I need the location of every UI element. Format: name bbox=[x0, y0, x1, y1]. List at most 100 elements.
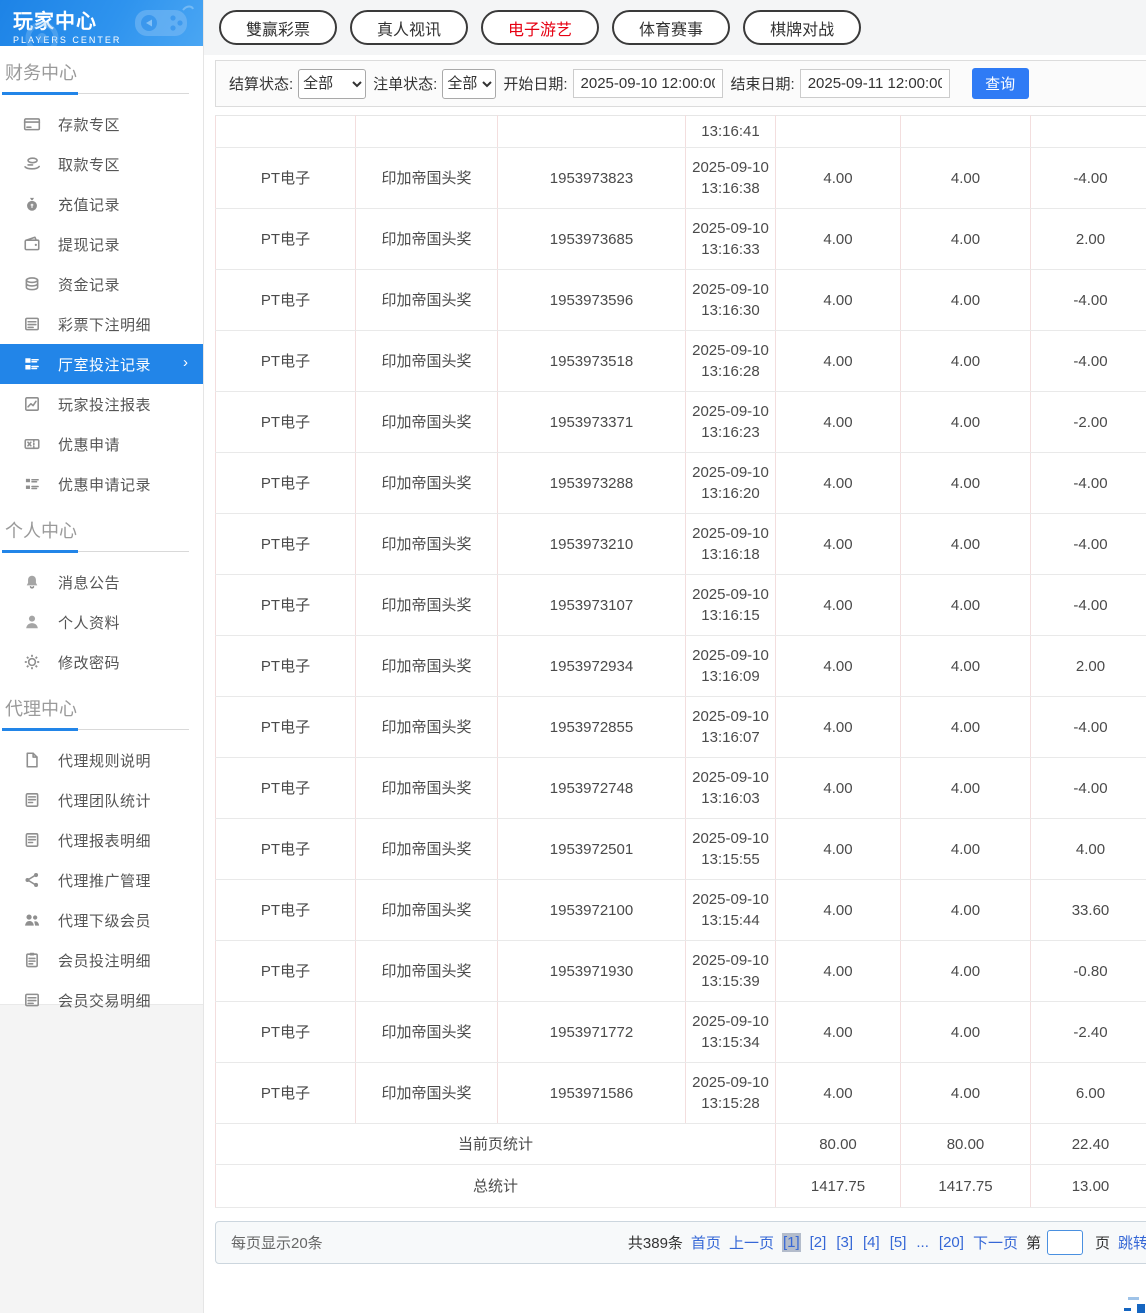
sidebar-inner: 玩家中心 PLAYERS CENTER 财务中心 存款专区 取款专区 充值记录 提现记录… bbox=[0, 0, 203, 1010]
tab-2[interactable]: 电子游艺 bbox=[481, 10, 600, 45]
valid-amount-cell: 4.00 bbox=[900, 513, 1031, 575]
order-no-cell: 1953973685 bbox=[497, 208, 686, 270]
page-link-5[interactable]: ... bbox=[915, 1233, 930, 1252]
bet-amount-cell: 4.00 bbox=[775, 452, 901, 514]
win-loss-cell: -2.00 bbox=[1030, 391, 1146, 453]
sidebar-item-0-9[interactable]: 优惠申请记录 bbox=[0, 464, 203, 504]
sidebar-item-0-8[interactable]: 优惠申请 bbox=[0, 424, 203, 464]
bet-amount-cell: 4.00 bbox=[775, 513, 901, 575]
platform-cell: PT电子 bbox=[215, 635, 356, 697]
next-page-link[interactable]: 下一页 bbox=[973, 1232, 1018, 1253]
game-cell: 印加帝国头奖 bbox=[355, 391, 498, 453]
total-summary-win: 13.00 bbox=[1030, 1164, 1146, 1208]
chevron-right-icon: › bbox=[183, 354, 188, 371]
page-link-2[interactable]: [3] bbox=[835, 1233, 854, 1252]
bet-amount-cell: 4.00 bbox=[775, 574, 901, 636]
sidebar-item-0-2[interactable]: 充值记录 bbox=[0, 184, 203, 224]
settle-status-select[interactable]: 全部 bbox=[298, 68, 367, 99]
win-loss-cell: -0.80 bbox=[1030, 940, 1146, 1002]
sidebar-item-0-7[interactable]: 玩家投注报表 bbox=[0, 384, 203, 424]
sidebar-item-label: 修改密码 bbox=[58, 654, 121, 672]
valid-amount-cell: 4.00 bbox=[900, 635, 1031, 697]
sidebar-item-0-1[interactable]: 取款专区 bbox=[0, 144, 203, 184]
win-loss-cell: -4.00 bbox=[1030, 452, 1146, 514]
total-count-label: 共389条 bbox=[627, 1235, 683, 1252]
platform-cell: PT电子 bbox=[215, 208, 356, 270]
bank-card-icon bbox=[23, 115, 41, 133]
order-status-select[interactable]: 全部 bbox=[442, 68, 497, 99]
game-cell: 印加帝国头奖 bbox=[355, 1001, 498, 1063]
prev-page-link[interactable]: 上一页 bbox=[729, 1232, 774, 1253]
sidebar-item-0-6[interactable]: 厅室投注记录 › bbox=[0, 344, 203, 384]
sidebar-item-1-1[interactable]: 个人资料 bbox=[0, 602, 203, 642]
valid-amount-cell: 4.00 bbox=[900, 818, 1031, 880]
page-link-4[interactable]: [5] bbox=[889, 1233, 908, 1252]
page-summary-row: 当前页统计 80.00 80.00 22.40 bbox=[215, 1123, 1146, 1165]
section-divider bbox=[2, 728, 189, 731]
sidebar-item-2-0[interactable]: 代理规则说明 bbox=[0, 740, 203, 780]
swirl-decoration bbox=[25, 21, 59, 46]
jump-page-input[interactable] bbox=[1046, 1230, 1083, 1255]
bet-amount-cell: 4.00 bbox=[775, 330, 901, 392]
game-cell: 印加帝国头奖 bbox=[355, 574, 498, 636]
page-link-0[interactable]: [1] bbox=[781, 1233, 801, 1252]
win-loss-cell: -4.00 bbox=[1030, 574, 1146, 636]
bet-time-cell: 2025-09-10 13:16:15 bbox=[685, 574, 776, 636]
order-no-cell: 1953971930 bbox=[497, 940, 686, 1002]
valid-amount-cell: 4.00 bbox=[900, 208, 1031, 270]
bet-amount-cell: 4.00 bbox=[775, 940, 901, 1002]
start-date-input[interactable] bbox=[572, 69, 723, 98]
sidebar-item-2-4[interactable]: 代理下级会员 bbox=[0, 900, 203, 940]
wallet-icon bbox=[23, 235, 41, 253]
sidebar-item-1-2[interactable]: 修改密码 bbox=[0, 642, 203, 682]
order-no-cell: 1953973107 bbox=[497, 574, 686, 636]
table-row: PT电子 印加帝国头奖 1953973596 2025-09-10 13:16:30 4.… bbox=[215, 269, 1146, 331]
floating-widget-fragment bbox=[1124, 1308, 1131, 1311]
table-row: PT电子 印加帝国头奖 1953971772 2025-09-10 13:15:34 4.… bbox=[215, 1001, 1146, 1063]
bet-time-cell: 2025-09-10 13:16:33 bbox=[685, 208, 776, 270]
tab-4[interactable]: 棋牌对战 bbox=[743, 10, 862, 45]
page-link-3[interactable]: [4] bbox=[862, 1233, 881, 1252]
bet-amount-cell: 4.00 bbox=[775, 147, 901, 209]
order-no-cell: 1953972501 bbox=[497, 818, 686, 880]
valid-amount-cell: 4.00 bbox=[900, 696, 1031, 758]
tab-3[interactable]: 体育赛事 bbox=[612, 10, 731, 45]
valid-amount-cell: 4.00 bbox=[900, 391, 1031, 453]
table-row: PT电子 印加帝国头奖 1953973371 2025-09-10 13:16:23 4.… bbox=[215, 391, 1146, 453]
tab-1[interactable]: 真人视讯 bbox=[350, 10, 469, 45]
tab-0[interactable]: 雙赢彩票 bbox=[219, 10, 338, 45]
first-page-link[interactable]: 首页 bbox=[691, 1232, 721, 1253]
report-icon bbox=[23, 791, 41, 809]
sidebar-sections: 财务中心 存款专区 取款专区 充值记录 提现记录 资金记录 彩票下注明细 厅室投注记录 › 玩家投… bbox=[0, 46, 203, 1020]
jump-prefix-label: 第 bbox=[1025, 1235, 1041, 1252]
valid-amount-cell: 4.00 bbox=[900, 879, 1031, 941]
sidebar-item-0-4[interactable]: 资金记录 bbox=[0, 264, 203, 304]
page-link-6[interactable]: [20] bbox=[938, 1233, 965, 1252]
sidebar-item-2-3[interactable]: 代理推广管理 bbox=[0, 860, 203, 900]
order-status-label: 注单状态: bbox=[373, 76, 438, 93]
settle-status-label: 结算状态: bbox=[229, 76, 294, 93]
sidebar-item-2-1[interactable]: 代理团队统计 bbox=[0, 780, 203, 820]
sidebar-item-2-6[interactable]: 会员交易明细 bbox=[0, 980, 203, 1020]
platform-cell: PT电子 bbox=[215, 269, 356, 331]
game-cell: 印加帝国头奖 bbox=[355, 1062, 498, 1124]
sidebar-item-2-2[interactable]: 代理报表明细 bbox=[0, 820, 203, 860]
query-button[interactable]: 查询 bbox=[971, 68, 1029, 99]
sidebar-item-1-0[interactable]: 消息公告 bbox=[0, 562, 203, 602]
order-no-cell: 1953972100 bbox=[497, 879, 686, 941]
pagination-bar: 每页显示20条 共389条 首页 上一页 [1] [2] [3] [4] [5]...[… bbox=[215, 1221, 1146, 1264]
end-date-input[interactable] bbox=[799, 69, 950, 98]
sidebar-item-0-5[interactable]: 彩票下注明细 bbox=[0, 304, 203, 344]
page-link-1[interactable]: [2] bbox=[809, 1233, 828, 1252]
coins-icon bbox=[23, 275, 41, 293]
sidebar-item-label: 优惠申请记录 bbox=[58, 476, 152, 494]
sidebar-item-0-0[interactable]: 存款专区 bbox=[0, 104, 203, 144]
sidebar-item-0-3[interactable]: 提现记录 bbox=[0, 224, 203, 264]
bet-time-cell: 2025-09-10 13:16:20 bbox=[685, 452, 776, 514]
jump-link[interactable]: 跳转 bbox=[1118, 1232, 1146, 1253]
sidebar-item-label: 代理推广管理 bbox=[58, 872, 152, 890]
table-row: PT电子 印加帝国头奖 1953971930 2025-09-10 13:15:39 4.… bbox=[215, 940, 1146, 1002]
sidebar-item-label: 代理团队统计 bbox=[58, 792, 152, 810]
sidebar-item-2-5[interactable]: 会员投注明细 bbox=[0, 940, 203, 980]
game-cell: 印加帝国头奖 bbox=[355, 635, 498, 697]
